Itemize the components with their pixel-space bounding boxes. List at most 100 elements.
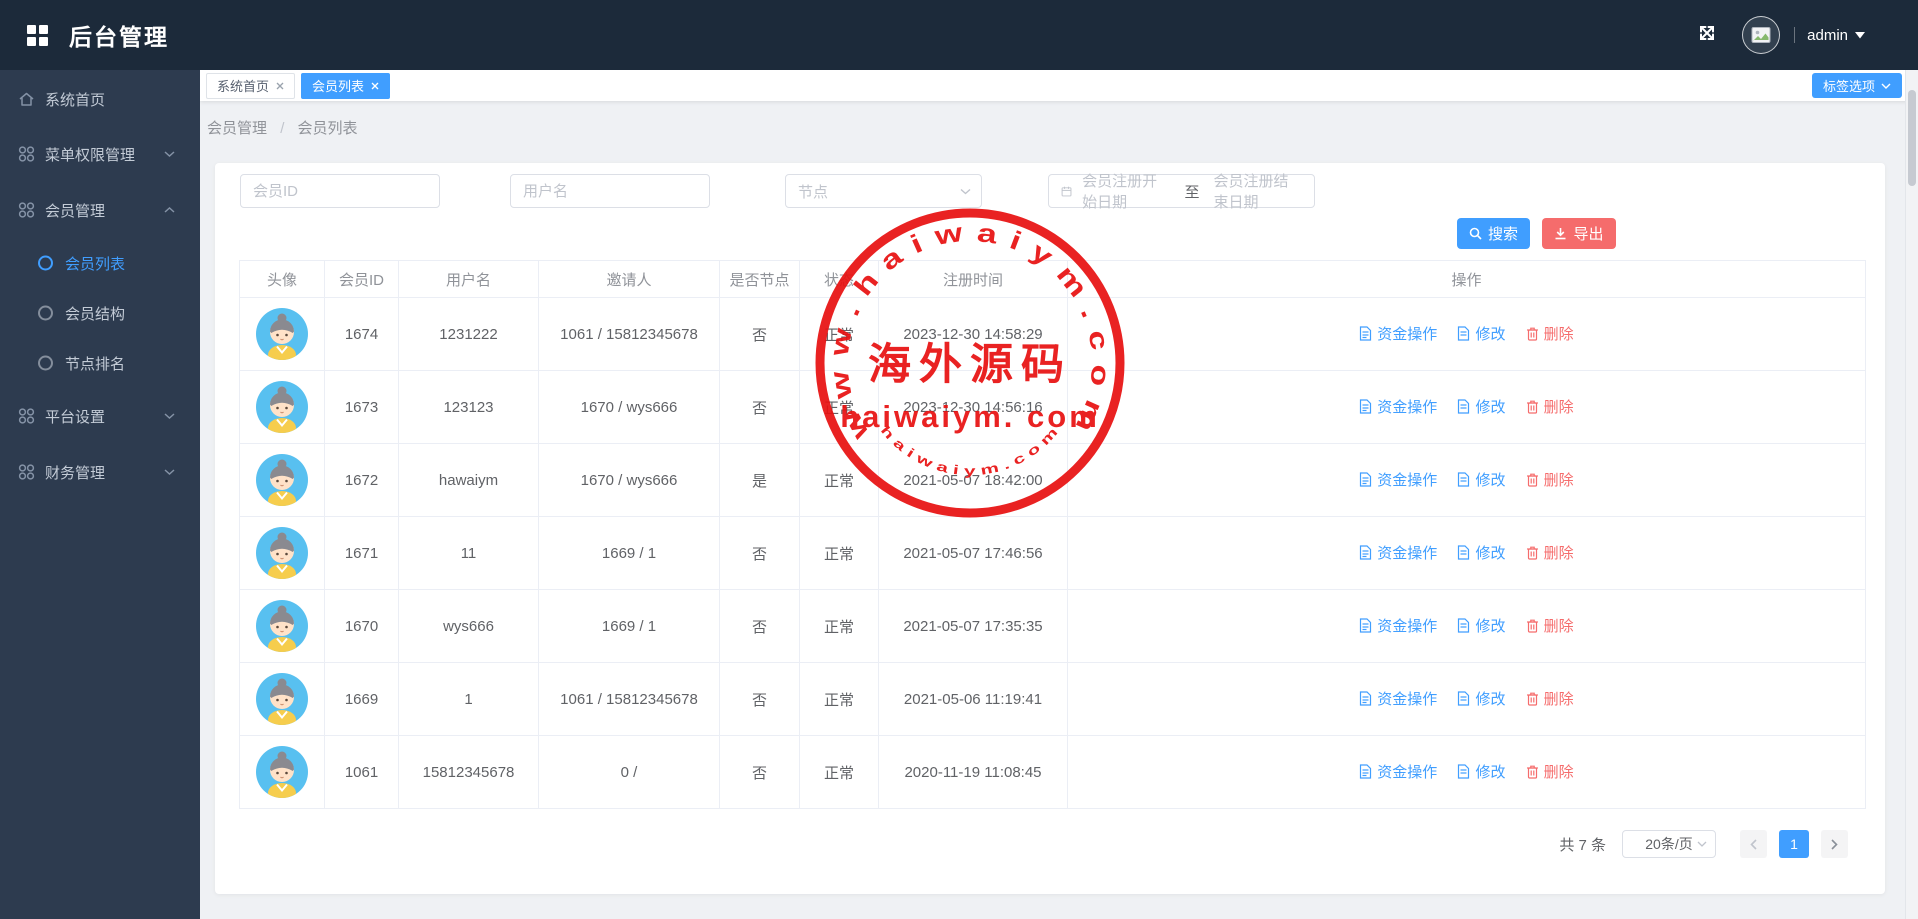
- funds-action-link[interactable]: 资金操作: [1359, 396, 1437, 417]
- sidebar-item-platform-settings[interactable]: 平台设置: [0, 394, 200, 438]
- breadcrumb-member-management[interactable]: 会员管理: [207, 120, 267, 137]
- sidebar: 系统首页 菜单权限管理 会员管理 会员列表 会员结构 节点排名 平台设置 财务管…: [0, 70, 200, 919]
- sidebar-item-home[interactable]: 系统首页: [0, 77, 200, 121]
- breadcrumb: 会员管理 / 会员列表: [207, 117, 358, 138]
- edit-link[interactable]: 修改: [1457, 542, 1505, 563]
- page-size-select[interactable]: 20条/页: [1622, 830, 1716, 858]
- tab-member-list[interactable]: 会员列表: [301, 73, 390, 99]
- edit-link[interactable]: 修改: [1457, 469, 1505, 490]
- trash-icon: [1526, 472, 1539, 487]
- export-button[interactable]: 导出: [1542, 218, 1616, 249]
- col-header-username: 用户名: [399, 261, 539, 298]
- inviter-cell: 1669 / 1: [539, 590, 720, 663]
- tab-options-button[interactable]: 标签选项: [1812, 73, 1902, 98]
- user-menu[interactable]: admin: [1807, 27, 1865, 44]
- document-icon: [1457, 399, 1470, 414]
- user-avatar[interactable]: [1742, 16, 1780, 54]
- total-count-label: 共 7 条: [1559, 834, 1606, 855]
- inviter-cell: 1670 / wys666: [539, 371, 720, 444]
- breadcrumb-member-list: 会员列表: [298, 120, 358, 137]
- document-icon: [1457, 764, 1470, 779]
- edit-link[interactable]: 修改: [1457, 323, 1505, 344]
- scrollbar-track[interactable]: [1905, 70, 1918, 919]
- member-id-input[interactable]: [240, 174, 440, 208]
- download-icon: [1554, 227, 1567, 240]
- delete-link[interactable]: 删除: [1526, 323, 1574, 344]
- avatar: [255, 745, 309, 799]
- search-button[interactable]: 搜索: [1457, 218, 1530, 249]
- actions-cell: 资金操作 修改 删除: [1068, 517, 1866, 590]
- is-node-cell: 否: [720, 517, 800, 590]
- app-header: 后台管理 admin: [0, 0, 1918, 70]
- page-number-1[interactable]: 1: [1779, 830, 1809, 858]
- funds-action-link[interactable]: 资金操作: [1359, 761, 1437, 782]
- member-id-cell: 1670: [325, 590, 399, 663]
- edit-link[interactable]: 修改: [1457, 688, 1505, 709]
- calendar-icon: [1061, 184, 1072, 199]
- prev-page-button[interactable]: [1740, 830, 1767, 858]
- delete-link[interactable]: 删除: [1526, 469, 1574, 490]
- sidebar-subitem-member-structure[interactable]: 会员结构: [0, 291, 200, 335]
- sidebar-item-finance-management[interactable]: 财务管理: [0, 450, 200, 494]
- document-icon: [1457, 326, 1470, 341]
- is-node-cell: 否: [720, 663, 800, 736]
- document-icon: [1457, 618, 1470, 633]
- col-header-reg-time: 注册时间: [879, 261, 1068, 298]
- inviter-cell: 1670 / wys666: [539, 444, 720, 517]
- delete-link[interactable]: 删除: [1526, 761, 1574, 782]
- edit-link[interactable]: 修改: [1457, 615, 1505, 636]
- actions-cell: 资金操作 修改 删除: [1068, 298, 1866, 371]
- date-separator: 至: [1185, 181, 1200, 202]
- document-icon: [1359, 399, 1372, 414]
- sidebar-item-member-management[interactable]: 会员管理: [0, 188, 200, 232]
- edit-link[interactable]: 修改: [1457, 761, 1505, 782]
- document-icon: [1457, 472, 1470, 487]
- funds-action-link[interactable]: 资金操作: [1359, 615, 1437, 636]
- tab-close-icon[interactable]: [276, 82, 284, 90]
- broken-image-icon: [1751, 26, 1771, 44]
- edit-link[interactable]: 修改: [1457, 396, 1505, 417]
- home-icon: [18, 91, 35, 108]
- username-input[interactable]: [510, 174, 710, 208]
- delete-link[interactable]: 删除: [1526, 396, 1574, 417]
- funds-action-link[interactable]: 资金操作: [1359, 542, 1437, 563]
- chevron-down-icon: [164, 151, 175, 158]
- scrollbar-thumb[interactable]: [1908, 90, 1916, 186]
- member-id-cell: 1061: [325, 736, 399, 809]
- avatar-cell: [240, 298, 325, 371]
- sidebar-item-menu-permissions[interactable]: 菜单权限管理: [0, 132, 200, 176]
- trash-icon: [1526, 545, 1539, 560]
- member-id-cell: 1673: [325, 371, 399, 444]
- delete-link[interactable]: 删除: [1526, 688, 1574, 709]
- member-table-body: 1674 1231222 1061 / 15812345678 否 正常 202…: [240, 298, 1866, 809]
- sidebar-subitem-member-list[interactable]: 会员列表: [0, 241, 200, 285]
- table-row: 1673 123123 1670 / wys666 否 正常 2023-12-3…: [240, 371, 1866, 444]
- delete-link[interactable]: 删除: [1526, 542, 1574, 563]
- funds-action-link[interactable]: 资金操作: [1359, 469, 1437, 490]
- pagination: 共 7 条 20条/页 1: [1559, 829, 1848, 859]
- username-cell: 11: [399, 517, 539, 590]
- document-icon: [1359, 764, 1372, 779]
- grid-icon: [18, 202, 35, 219]
- chevron-down-icon: [1881, 83, 1891, 89]
- username-cell: hawaiym: [399, 444, 539, 517]
- member-table: 头像 会员ID 用户名 邀请人 是否节点 状态 注册时间 操作: [239, 260, 1866, 809]
- chevron-up-icon: [164, 207, 175, 214]
- date-end-placeholder: 会员注册结束日期: [1214, 170, 1302, 212]
- funds-action-link[interactable]: 资金操作: [1359, 323, 1437, 344]
- member-id-cell: 1674: [325, 298, 399, 371]
- avatar: [255, 380, 309, 434]
- delete-link[interactable]: 删除: [1526, 615, 1574, 636]
- document-icon: [1359, 691, 1372, 706]
- node-select[interactable]: 节点: [785, 174, 982, 208]
- date-range-picker[interactable]: 会员注册开始日期 至 会员注册结束日期: [1048, 174, 1315, 208]
- avatar-cell: [240, 444, 325, 517]
- fullscreen-icon[interactable]: [1696, 22, 1718, 49]
- tab-home[interactable]: 系统首页: [206, 73, 295, 99]
- funds-action-link[interactable]: 资金操作: [1359, 688, 1437, 709]
- trash-icon: [1526, 764, 1539, 779]
- next-page-button[interactable]: [1821, 830, 1848, 858]
- avatar-cell: [240, 371, 325, 444]
- sidebar-subitem-node-ranking[interactable]: 节点排名: [0, 341, 200, 385]
- tab-close-icon[interactable]: [371, 82, 379, 90]
